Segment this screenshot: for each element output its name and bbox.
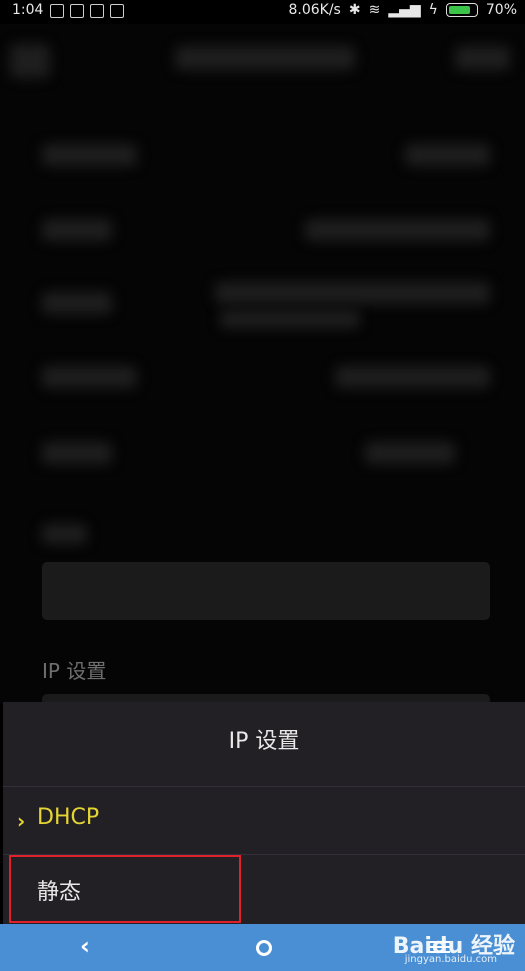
blurred-value [215,282,490,304]
option-static[interactable]: 静态 [3,855,525,924]
option-label: DHCP [37,805,100,830]
blurred-back-button [10,44,50,78]
blurred-label [42,219,112,241]
blurred-value [335,366,490,388]
battery-icon [445,3,478,17]
navigation-bar: ‹ Baidu 经验 jingyan.baidu.com [0,924,525,971]
net-speed: 8.06K/s [288,2,341,18]
ip-settings-label: IP 设置 [42,659,107,683]
back-icon[interactable]: ‹ [80,932,90,960]
wifi-icon: ≋ [368,2,381,18]
background-settings-page [0,24,525,704]
charging-icon: ϟ [428,2,438,18]
status-bar: 1:04 8.06K/s ✱ ≋ ▂▄▆ ϟ 70% [0,0,525,24]
blurred-label [42,366,137,388]
blurred-title [175,46,355,70]
blurred-field[interactable] [42,562,490,620]
blurred-value [405,144,490,166]
notification-icon [70,4,84,18]
option-dhcp[interactable]: › DHCP [3,787,525,855]
blurred-label [42,292,112,314]
battery-percent: 70% [485,2,517,18]
highlight-box [9,855,241,923]
blurred-value [305,219,490,241]
home-icon[interactable] [256,940,272,956]
notification-icons [50,4,124,18]
blurred-label [42,524,87,544]
blurred-action [455,46,510,70]
status-time: 1:04 [12,2,44,18]
notification-icon [90,4,104,18]
blurred-label [42,144,137,166]
dialog-title: IP 设置 [3,702,525,787]
notification-icon [110,4,124,18]
notification-icon [50,4,64,18]
ip-settings-dialog: IP 设置 › DHCP 静态 [3,702,525,924]
status-right: 8.06K/s ✱ ≋ ▂▄▆ ϟ 70% [288,2,517,18]
blurred-value [220,310,360,328]
blurred-label [42,442,112,464]
blurred-value [365,442,455,464]
bluetooth-icon: ✱ [348,2,361,18]
signal-icon: ▂▄▆ [388,2,421,18]
watermark-url: jingyan.baidu.com [404,954,497,965]
selected-chevron-icon: › [17,809,26,833]
